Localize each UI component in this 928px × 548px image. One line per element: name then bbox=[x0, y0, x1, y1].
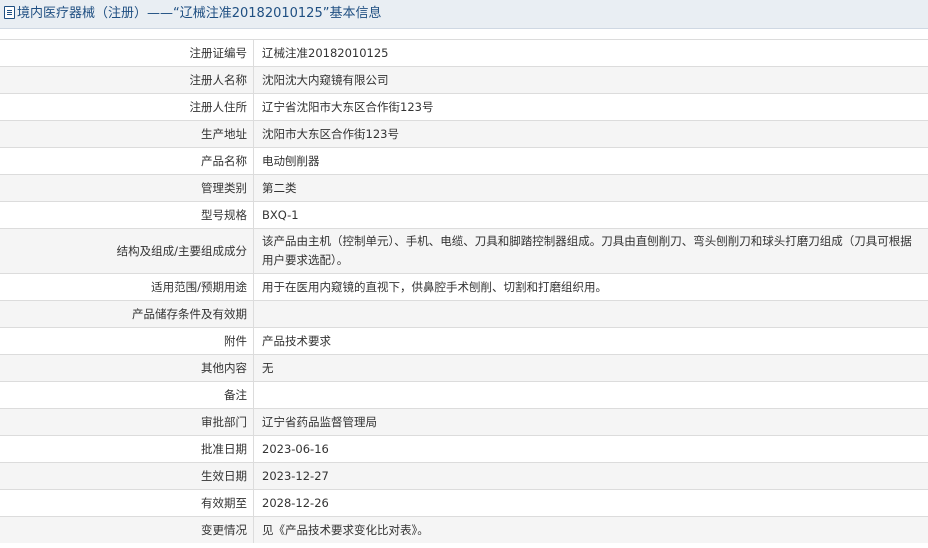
row-label: 注册人名称 bbox=[0, 66, 254, 94]
row-value bbox=[253, 300, 928, 328]
info-table: 注册证编号 辽械注准20182010125 注册人名称 沈阳沈大内窥镜有限公司 注册… bbox=[0, 39, 928, 543]
row-label: 备注 bbox=[0, 381, 254, 409]
table-row: 管理类别 第二类 bbox=[0, 174, 928, 202]
row-label: 附件 bbox=[0, 327, 254, 355]
row-value: 沈阳市大东区合作街123号 bbox=[253, 120, 928, 148]
row-label: 管理类别 bbox=[0, 174, 254, 202]
row-label: 生效日期 bbox=[0, 462, 254, 490]
table-row: 变更情况 见《产品技术要求变化比对表》。 bbox=[0, 516, 928, 543]
page-title: 境内医疗器械（注册）——“辽械注准20182010125”基本信息 bbox=[17, 6, 382, 21]
document-icon bbox=[4, 6, 15, 19]
table-row: 适用范围/预期用途 用于在医用内窥镜的直视下，供鼻腔手术刨削、切割和打磨组织用。 bbox=[0, 273, 928, 301]
row-value: 沈阳沈大内窥镜有限公司 bbox=[253, 66, 928, 94]
table-row: 产品名称 电动刨削器 bbox=[0, 147, 928, 175]
page-header: 境内医疗器械（注册）——“辽械注准20182010125”基本信息 bbox=[0, 0, 928, 29]
row-value: BXQ-1 bbox=[253, 201, 928, 229]
row-value: 2023-12-27 bbox=[253, 462, 928, 490]
row-value: 2023-06-16 bbox=[253, 435, 928, 463]
table-row: 产品储存条件及有效期 bbox=[0, 300, 928, 328]
row-value: 2028-12-26 bbox=[253, 489, 928, 517]
row-value bbox=[253, 381, 928, 409]
table-row: 批准日期 2023-06-16 bbox=[0, 435, 928, 463]
row-label: 适用范围/预期用途 bbox=[0, 273, 254, 301]
table-row: 注册人住所 辽宁省沈阳市大东区合作街123号 bbox=[0, 93, 928, 121]
table-row: 注册人名称 沈阳沈大内窥镜有限公司 bbox=[0, 66, 928, 94]
row-value: 无 bbox=[253, 354, 928, 382]
table-row: 备注 bbox=[0, 381, 928, 409]
row-label: 生产地址 bbox=[0, 120, 254, 148]
row-value: 辽械注准20182010125 bbox=[253, 39, 928, 67]
row-label: 结构及组成/主要组成成分 bbox=[0, 228, 254, 274]
table-row: 结构及组成/主要组成成分 该产品由主机（控制单元）、手机、电缆、刀具和脚踏控制器组… bbox=[0, 228, 928, 274]
row-value: 辽宁省沈阳市大东区合作街123号 bbox=[253, 93, 928, 121]
row-value: 该产品由主机（控制单元）、手机、电缆、刀具和脚踏控制器组成。刀具由直刨削刀、弯头… bbox=[253, 228, 928, 274]
row-label: 变更情况 bbox=[0, 516, 254, 543]
table-row: 审批部门 辽宁省药品监督管理局 bbox=[0, 408, 928, 436]
row-value: 辽宁省药品监督管理局 bbox=[253, 408, 928, 436]
row-label: 型号规格 bbox=[0, 201, 254, 229]
table-row: 生产地址 沈阳市大东区合作街123号 bbox=[0, 120, 928, 148]
table-row: 附件 产品技术要求 bbox=[0, 327, 928, 355]
row-label: 产品名称 bbox=[0, 147, 254, 175]
row-value: 用于在医用内窥镜的直视下，供鼻腔手术刨削、切割和打磨组织用。 bbox=[253, 273, 928, 301]
table-row: 注册证编号 辽械注准20182010125 bbox=[0, 39, 928, 67]
header-spacer bbox=[0, 29, 928, 39]
row-value: 电动刨削器 bbox=[253, 147, 928, 175]
table-row: 生效日期 2023-12-27 bbox=[0, 462, 928, 490]
row-label: 注册人住所 bbox=[0, 93, 254, 121]
row-label: 审批部门 bbox=[0, 408, 254, 436]
row-value: 第二类 bbox=[253, 174, 928, 202]
row-label: 批准日期 bbox=[0, 435, 254, 463]
table-row: 有效期至 2028-12-26 bbox=[0, 489, 928, 517]
row-value: 产品技术要求 bbox=[253, 327, 928, 355]
row-label: 其他内容 bbox=[0, 354, 254, 382]
row-label: 有效期至 bbox=[0, 489, 254, 517]
row-label: 产品储存条件及有效期 bbox=[0, 300, 254, 328]
row-label: 注册证编号 bbox=[0, 39, 254, 67]
table-row: 型号规格 BXQ-1 bbox=[0, 201, 928, 229]
table-row: 其他内容无 bbox=[0, 354, 928, 382]
row-value: 见《产品技术要求变化比对表》。 bbox=[253, 516, 928, 543]
